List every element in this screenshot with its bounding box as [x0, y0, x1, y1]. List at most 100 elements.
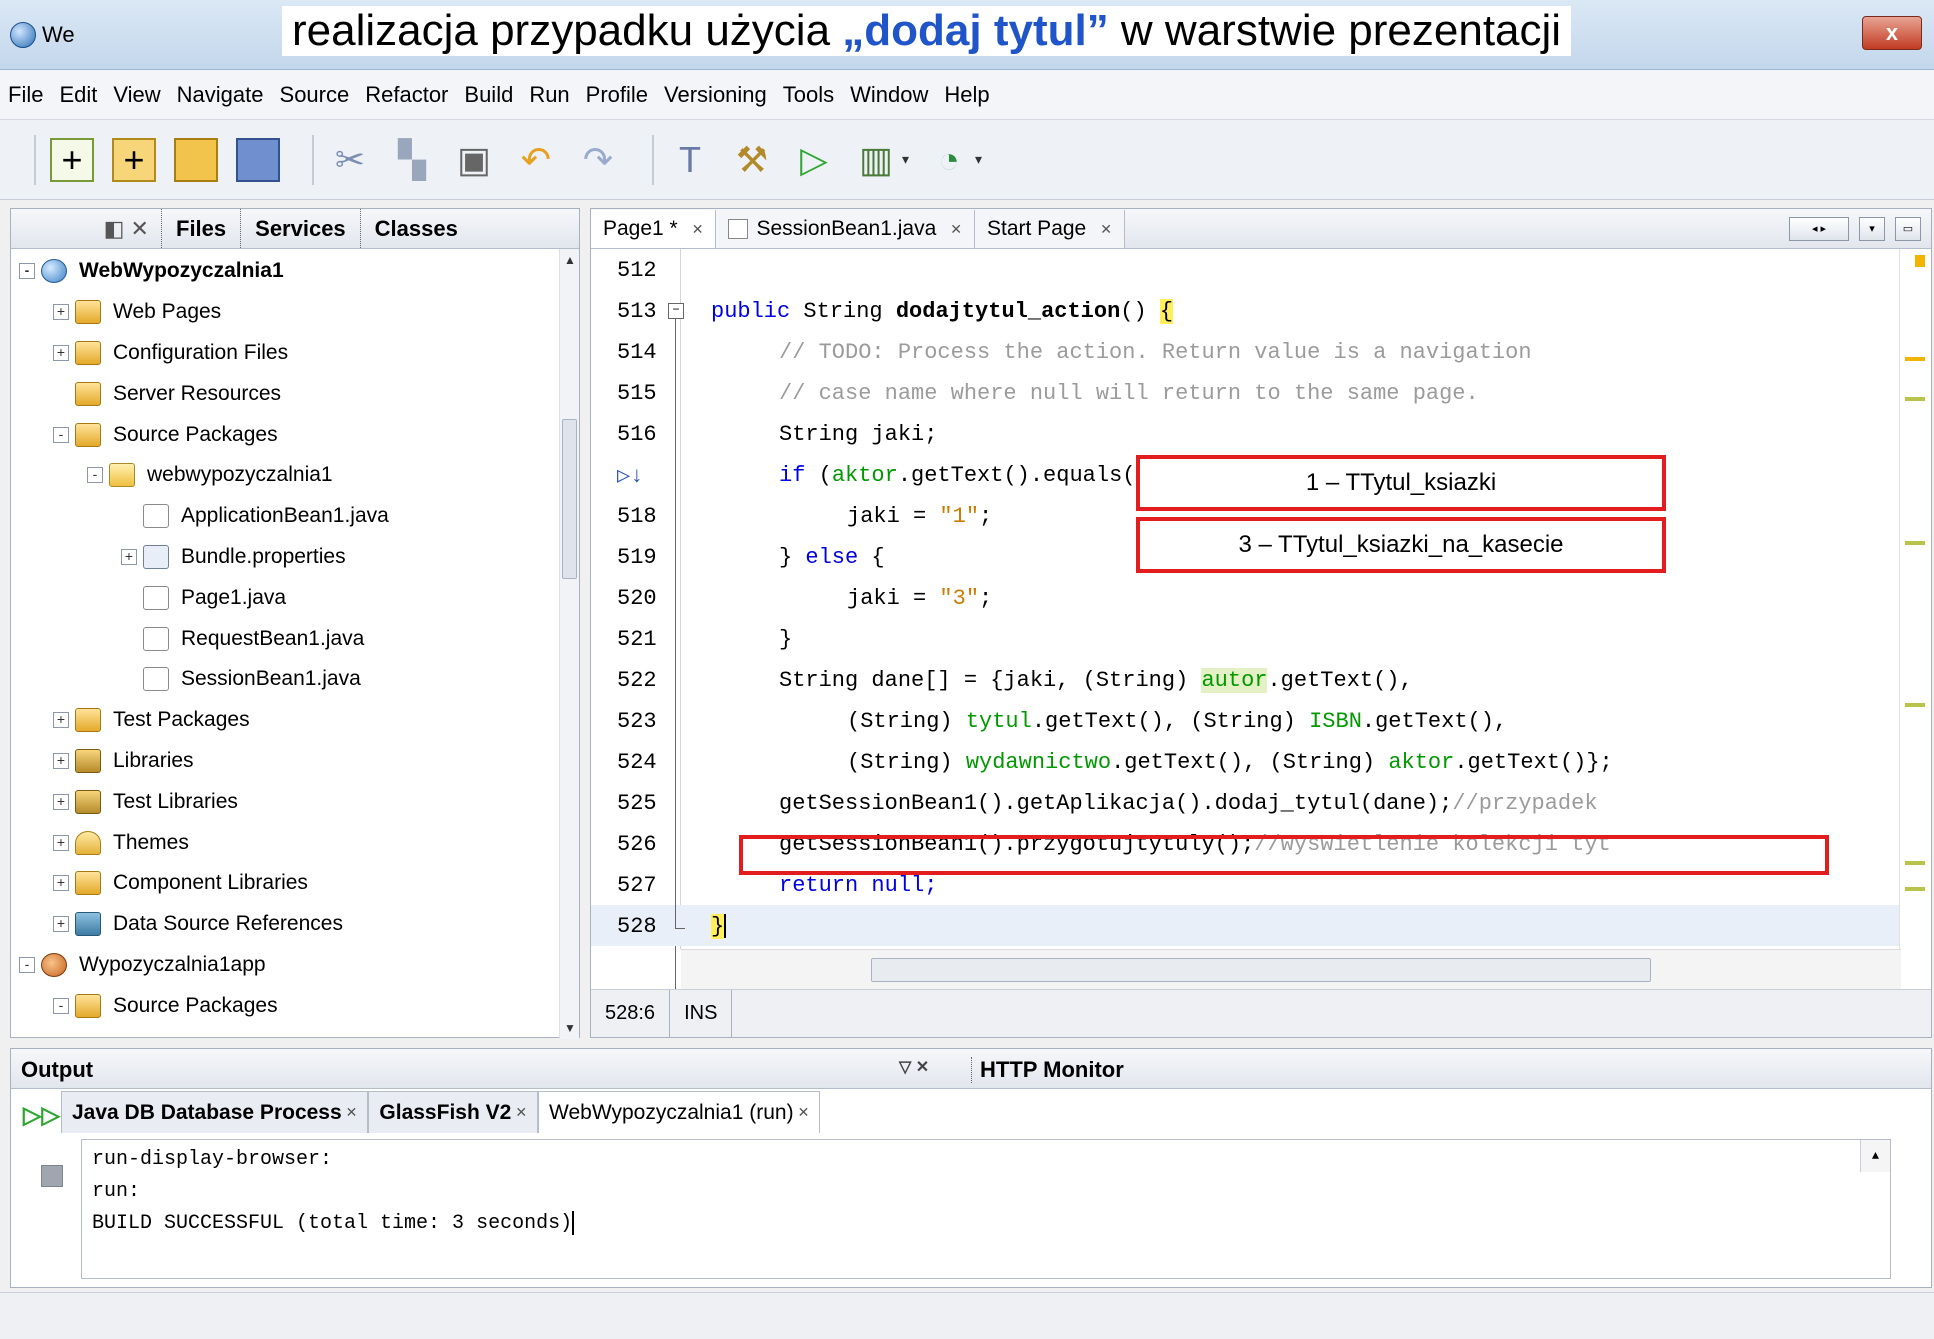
debug-dropdown-icon[interactable]: ▾ — [902, 151, 909, 168]
tree-node[interactable]: + Themes — [11, 822, 579, 863]
collapse-icon[interactable]: - — [19, 956, 35, 973]
expand-icon[interactable]: + — [53, 752, 69, 769]
expand-icon[interactable]: + — [53, 344, 69, 361]
stop-icon[interactable] — [41, 1165, 63, 1187]
tree-node[interactable]: RequestBean1.java — [11, 618, 579, 659]
menu-file[interactable]: File — [8, 82, 43, 108]
tree-node[interactable]: - Source Packages — [11, 985, 579, 1026]
scroll-up-icon[interactable]: ▲ — [1861, 1140, 1890, 1172]
close-button[interactable]: x — [1862, 16, 1922, 50]
run-icon[interactable]: ▷ — [792, 138, 836, 182]
fold-collapse-icon[interactable]: − — [668, 303, 684, 319]
expand-icon[interactable]: + — [53, 875, 69, 892]
build-hammer-icon[interactable]: T — [668, 138, 712, 182]
expand-icon[interactable]: + — [53, 304, 69, 321]
collapse-icon[interactable]: - — [53, 426, 69, 443]
tree-node[interactable]: - WebWypozyczalnia1 — [11, 251, 579, 292]
tree-node[interactable]: + Configuration Files — [11, 333, 579, 374]
collapse-icon[interactable]: - — [19, 263, 35, 280]
close-tab-icon[interactable]: ✕ — [346, 1104, 358, 1121]
maximize-icon[interactable]: ▭ — [1895, 217, 1921, 241]
tree-node[interactable]: + Component Libraries — [11, 863, 579, 904]
collapse-icon[interactable]: - — [53, 997, 69, 1014]
open-project-icon[interactable] — [174, 137, 218, 182]
tree-node[interactable]: - Wypozyczalnia1app — [11, 945, 579, 986]
tree-node[interactable]: + Test Packages — [11, 700, 579, 741]
tab-classes[interactable]: Classes — [359, 209, 472, 248]
tree-node[interactable]: ApplicationBean1.java — [11, 496, 579, 537]
status-marker-icon[interactable] — [1915, 255, 1925, 267]
stripe-mark[interactable] — [1905, 357, 1925, 361]
error-stripe[interactable] — [1899, 249, 1931, 989]
stripe-mark[interactable] — [1905, 703, 1925, 707]
expand-icon[interactable]: + — [53, 793, 69, 810]
tree-node[interactable]: - webwypozyczalnia1 — [11, 455, 579, 496]
tree-node[interactable]: + Test Libraries — [11, 781, 579, 822]
new-file-icon[interactable]: + — [50, 137, 94, 182]
save-all-icon[interactable] — [236, 137, 280, 182]
tree-node[interactable]: Page1.java — [11, 577, 579, 618]
menu-view[interactable]: View — [113, 82, 160, 108]
menu-help[interactable]: Help — [944, 82, 989, 108]
menu-refactor[interactable]: Refactor — [365, 82, 448, 108]
copy-icon[interactable]: ▚ — [390, 138, 434, 182]
console-output[interactable]: run-display-browser: run: BUILD SUCCESSF… — [81, 1139, 1891, 1279]
tab-sessionbean1[interactable]: SessionBean1.java ✕ — [716, 210, 975, 248]
tree-node[interactable]: + Data Source References — [11, 904, 579, 945]
scroll-tabs-icon[interactable]: ◂ ▸ — [1789, 217, 1849, 241]
menu-navigate[interactable]: Navigate — [177, 82, 264, 108]
tab-services[interactable]: Services — [240, 209, 360, 248]
menu-profile[interactable]: Profile — [586, 82, 648, 108]
scroll-thumb[interactable] — [562, 419, 577, 579]
clean-build-icon[interactable]: ⚒ — [730, 138, 774, 182]
output-minimize-icon[interactable]: ▽ ✕ — [899, 1057, 929, 1077]
menu-run[interactable]: Run — [529, 82, 569, 108]
menu-versioning[interactable]: Versioning — [664, 82, 767, 108]
expand-icon[interactable]: + — [53, 916, 69, 933]
menu-source[interactable]: Source — [280, 82, 350, 108]
http-monitor-tab[interactable]: HTTP Monitor — [971, 1057, 1124, 1083]
new-project-icon[interactable]: + — [112, 137, 156, 182]
close-tab-icon[interactable]: ✕ — [798, 1104, 810, 1121]
show-opened-docs-icon[interactable]: ▾ — [1859, 217, 1885, 241]
tree-node[interactable]: + Libraries — [11, 741, 579, 782]
stripe-mark[interactable] — [1905, 397, 1925, 401]
debug-icon[interactable]: ▥ — [854, 138, 898, 182]
projects-tab-collapsed[interactable]: ◧ ✕ — [11, 209, 161, 248]
menu-window[interactable]: Window — [850, 82, 928, 108]
expand-icon[interactable]: + — [53, 712, 69, 729]
tree-node[interactable]: - Source Packages — [11, 414, 579, 455]
close-tab-icon[interactable]: ✕ — [950, 221, 962, 238]
expand-icon[interactable]: + — [53, 834, 69, 851]
tree-node[interactable]: SessionBean1.java — [11, 659, 579, 700]
menu-tools[interactable]: Tools — [783, 82, 834, 108]
tab-java-db[interactable]: Java DB Database Process ✕ — [61, 1091, 369, 1133]
close-tab-icon[interactable]: ✕ — [1100, 221, 1112, 238]
tree-node[interactable]: Server Resources — [11, 373, 579, 414]
undo-icon[interactable]: ↶ — [514, 138, 558, 182]
horizontal-scrollbar[interactable] — [681, 949, 1901, 989]
tab-start-page[interactable]: Start Page ✕ — [975, 210, 1125, 248]
tab-files[interactable]: Files — [161, 209, 240, 248]
menu-build[interactable]: Build — [464, 82, 513, 108]
tab-page1[interactable]: Page1 * ✕ — [591, 210, 717, 248]
tree-scrollbar[interactable]: ▲ ▼ — [559, 249, 579, 1039]
redo-icon[interactable]: ↷ — [576, 138, 620, 182]
menu-edit[interactable]: Edit — [59, 82, 97, 108]
paste-icon[interactable]: ▣ — [452, 138, 496, 182]
stripe-mark[interactable] — [1905, 861, 1925, 865]
tree-node[interactable]: + Bundle.properties — [11, 537, 579, 578]
tree-node[interactable]: + Web Pages — [11, 292, 579, 333]
collapse-icon[interactable]: - — [87, 467, 103, 484]
close-tab-icon[interactable]: ✕ — [515, 1104, 527, 1121]
console-scrollbar[interactable]: ▲ — [1860, 1140, 1890, 1172]
tab-webwypozyczalnia-run[interactable]: WebWypozyczalnia1 (run) ✕ — [538, 1091, 821, 1133]
scroll-up-icon[interactable]: ▲ — [560, 253, 580, 267]
code-area[interactable]: 512 513− public String dodajtytul_action(… — [591, 249, 1901, 991]
profile-dropdown-icon[interactable]: ▾ — [975, 151, 982, 168]
stripe-mark[interactable] — [1905, 887, 1925, 891]
cut-icon[interactable]: ✂ — [328, 138, 372, 182]
breakpoint-arrow-icon[interactable]: ▷↓ — [617, 463, 643, 489]
profile-icon[interactable]: ◔ — [927, 138, 971, 182]
close-tab-icon[interactable]: ✕ — [692, 221, 704, 238]
